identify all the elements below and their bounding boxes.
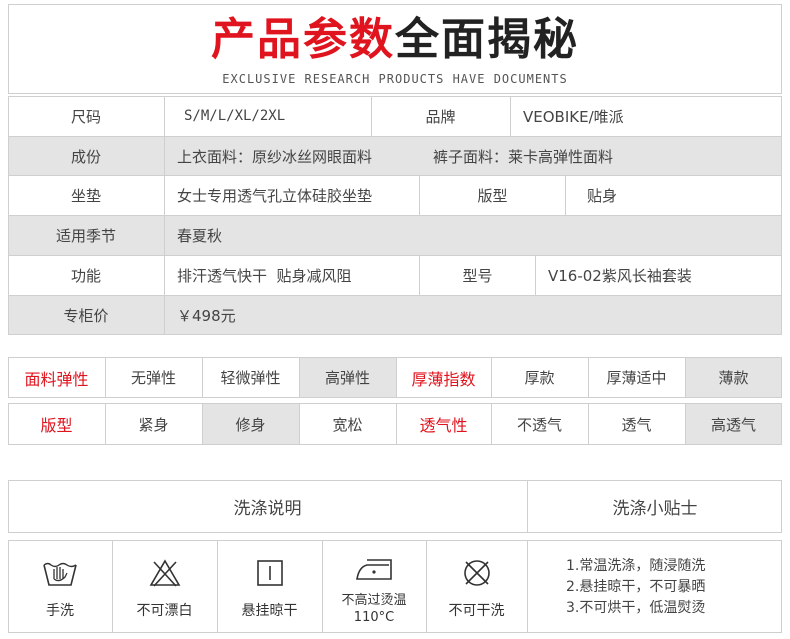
size-label: 尺码 bbox=[70, 107, 101, 126]
iron-label-line2: 110°C bbox=[353, 610, 395, 625]
function-value: 排汗透气快干 贴身减风阻 bbox=[177, 266, 352, 285]
wash-tips-list: 1.常温洗涤，随浸随洗 2.悬挂晾干，不可暴晒 3.不可烘干，低温熨烫 bbox=[566, 556, 776, 619]
wash-tip-2: 2.悬挂晾干，不可暴晒 bbox=[566, 579, 706, 595]
season-label: 适用季节 bbox=[55, 226, 116, 245]
title-black: 全面揭秘 bbox=[395, 14, 579, 65]
wash-tips-header: 洗涤小贴士 bbox=[612, 499, 698, 519]
seat-label: 坐垫 bbox=[70, 186, 101, 205]
hand-wash-icon bbox=[40, 556, 80, 590]
model-label: 型号 bbox=[462, 266, 493, 285]
seat-value: 女士专用透气孔立体硅胶坐垫 bbox=[177, 186, 373, 205]
iron-label: 不高过烫温 110°C bbox=[322, 592, 426, 626]
fit-option-tight: 紧身 bbox=[138, 415, 169, 434]
breath-label: 透气性 bbox=[419, 416, 468, 435]
fit-option-slim: 修身 bbox=[235, 415, 266, 434]
thickness-option-thin: 薄款 bbox=[718, 369, 749, 387]
no-bleach-label: 不可漂白 bbox=[136, 603, 193, 619]
thickness-option-medium: 厚薄适中 bbox=[606, 369, 667, 387]
fit-label: 版型 bbox=[477, 186, 508, 205]
breath-option-none: 不透气 bbox=[516, 415, 562, 434]
fit-rating-label: 版型 bbox=[40, 416, 73, 435]
material-label: 成份 bbox=[70, 147, 101, 166]
material-top: 上衣面料：原纱冰丝网眼面料 bbox=[177, 147, 373, 166]
price-label: 专柜价 bbox=[63, 306, 109, 325]
elastic-label: 面料弹性 bbox=[24, 369, 89, 389]
iron-icon bbox=[352, 554, 398, 584]
fit-value: 贴身 bbox=[587, 186, 618, 205]
breath-option-high: 高透气 bbox=[710, 415, 756, 434]
hand-wash-label: 手洗 bbox=[46, 603, 74, 619]
thickness-label: 厚薄指数 bbox=[411, 369, 476, 389]
wash-tip-3: 3.不可烘干，低温熨烫 bbox=[566, 600, 706, 616]
title-red: 产品参数 bbox=[211, 14, 395, 65]
elastic-option-light: 轻微弹性 bbox=[220, 369, 281, 387]
function-label: 功能 bbox=[70, 266, 101, 285]
elastic-option-none: 无弹性 bbox=[130, 369, 176, 387]
price-value: ￥498元 bbox=[177, 306, 236, 325]
brand-value: VEOBIKE/唯派 bbox=[523, 107, 624, 126]
brand-label: 品牌 bbox=[425, 107, 456, 126]
fit-option-loose: 宽松 bbox=[332, 415, 363, 434]
size-value: S/M/L/XL/2XL bbox=[184, 108, 286, 124]
iron-label-line1: 不高过烫温 bbox=[341, 593, 407, 608]
page-subtitle: EXCLUSIVE RESEARCH PRODUCTS HAVE DOCUMEN… bbox=[222, 72, 568, 86]
wash-tip-1: 1.常温洗涤，随浸随洗 bbox=[566, 558, 706, 574]
hang-dry-label: 悬挂晾干 bbox=[241, 603, 298, 619]
no-dry-clean-label: 不可干洗 bbox=[448, 603, 505, 619]
elastic-option-high: 高弹性 bbox=[324, 369, 370, 387]
no-bleach-icon bbox=[145, 556, 185, 590]
season-value: 春夏秋 bbox=[177, 226, 223, 245]
no-dry-clean-icon bbox=[457, 556, 497, 590]
model-value: V16-02紫风长袖套装 bbox=[548, 266, 692, 285]
page-title: 产品参数全面揭秘 bbox=[0, 14, 790, 66]
hang-dry-icon bbox=[250, 556, 290, 590]
breath-option-normal: 透气 bbox=[621, 415, 652, 434]
thickness-option-thick: 厚款 bbox=[524, 369, 555, 387]
material-pants: 裤子面料：莱卡高弹性面料 bbox=[433, 147, 614, 166]
wash-header: 洗涤说明 bbox=[233, 499, 302, 519]
